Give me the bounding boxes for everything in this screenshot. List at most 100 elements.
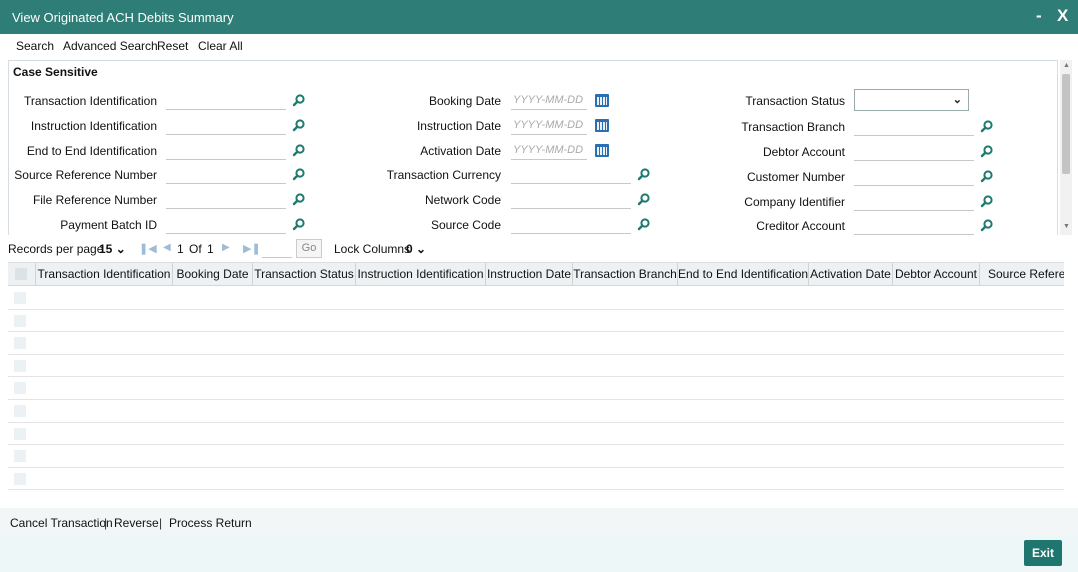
label-company-identifier: Company Identifier: [744, 195, 845, 209]
search-icon[interactable]: [637, 217, 651, 231]
transaction-currency-input[interactable]: [511, 164, 631, 184]
customer-number-input[interactable]: [854, 166, 974, 186]
search-icon[interactable]: [980, 119, 994, 133]
row-checkbox[interactable]: [14, 472, 26, 485]
cancel-transaction-link[interactable]: Cancel Transaction: [10, 516, 113, 530]
creditor-account-input[interactable]: [854, 215, 974, 235]
label-transaction-currency: Transaction Currency: [386, 168, 501, 182]
page-number-input[interactable]: [262, 238, 292, 258]
separator: |: [104, 516, 108, 530]
table-row[interactable]: [8, 468, 1064, 490]
transaction-status-select[interactable]: ⌄: [854, 89, 969, 111]
calendar-icon[interactable]: [595, 119, 609, 132]
menu-search[interactable]: Search: [16, 39, 54, 53]
label-transaction-branch: Transaction Branch: [741, 120, 845, 134]
instruction-date-input[interactable]: [511, 115, 587, 135]
search-icon[interactable]: [292, 167, 306, 181]
search-icon[interactable]: [980, 144, 994, 158]
go-button[interactable]: Go: [296, 239, 322, 258]
column-header[interactable]: Booking Date: [173, 263, 253, 286]
label-source-code: Source Code: [430, 218, 501, 232]
label-transaction-status: Transaction Status: [745, 94, 845, 108]
search-icon[interactable]: [292, 118, 306, 132]
row-checkbox[interactable]: [14, 450, 26, 463]
lock-columns-select[interactable]: 0 ⌄: [406, 242, 426, 256]
table-row[interactable]: [8, 400, 1064, 423]
transaction-branch-input[interactable]: [854, 116, 974, 136]
records-per-page-select[interactable]: 15 ⌄: [99, 242, 126, 256]
menu-clear-all[interactable]: Clear All: [198, 39, 243, 53]
file-reference-number-input[interactable]: [166, 189, 286, 209]
row-checkbox[interactable]: [14, 427, 26, 440]
select-all-checkbox[interactable]: [8, 263, 36, 286]
exit-button[interactable]: Exit: [1024, 540, 1062, 566]
source-reference-number-input[interactable]: [166, 164, 286, 184]
calendar-icon[interactable]: [595, 94, 609, 107]
results-grid: Transaction Identification Booking Date …: [8, 262, 1064, 490]
scroll-down-arrow-icon[interactable]: ▼: [1063, 223, 1070, 230]
first-page-icon[interactable]: ❚◀: [139, 242, 157, 255]
menu-reset[interactable]: Reset: [157, 39, 188, 53]
column-header[interactable]: Transaction Branch: [573, 263, 678, 286]
column-header[interactable]: Transaction Identification: [36, 263, 173, 286]
company-identifier-input[interactable]: [854, 191, 974, 211]
column-header[interactable]: Activation Date: [809, 263, 893, 286]
column-header[interactable]: Debtor Account: [893, 263, 980, 286]
source-code-input[interactable]: [511, 214, 631, 234]
column-header[interactable]: Instruction Date: [486, 263, 573, 286]
label-customer-number: Customer Number: [746, 170, 845, 184]
calendar-icon[interactable]: [595, 144, 609, 157]
reverse-link[interactable]: Reverse: [114, 516, 159, 530]
close-button[interactable]: X: [1057, 6, 1068, 26]
last-page-icon[interactable]: ▶❚: [243, 242, 261, 255]
search-icon[interactable]: [980, 194, 994, 208]
activation-date-input[interactable]: [511, 140, 587, 160]
search-icon[interactable]: [980, 169, 994, 183]
table-row[interactable]: [8, 423, 1064, 446]
row-checkbox[interactable]: [14, 337, 26, 350]
search-icon[interactable]: [637, 192, 651, 206]
column-header[interactable]: End to End Identification: [678, 263, 809, 286]
payment-batch-id-input[interactable]: [166, 214, 286, 234]
search-icon[interactable]: [292, 143, 306, 157]
row-checkbox[interactable]: [14, 359, 26, 372]
next-page-icon[interactable]: ▶: [222, 242, 230, 253]
criteria-scrollbar[interactable]: ▲ ▼: [1060, 60, 1072, 235]
search-icon[interactable]: [980, 218, 994, 232]
search-icon[interactable]: [292, 93, 306, 107]
row-checkbox[interactable]: [14, 314, 26, 327]
table-row[interactable]: [8, 310, 1064, 333]
table-row[interactable]: [8, 377, 1064, 400]
label-end-to-end-identification: End to End Identification: [26, 144, 157, 158]
pagination-bar: Records per page 15 ⌄ ❚◀ ◀ 1 Of 1 ▶ ▶❚ G…: [0, 236, 1078, 260]
network-code-input[interactable]: [511, 189, 631, 209]
table-row[interactable]: [8, 355, 1064, 378]
chevron-down-icon: ⌄: [952, 94, 962, 106]
previous-page-icon[interactable]: ◀: [163, 242, 171, 253]
table-row[interactable]: [8, 445, 1064, 468]
table-row[interactable]: [8, 287, 1064, 310]
scroll-up-arrow-icon[interactable]: ▲: [1063, 62, 1070, 69]
label-instruction-identification: Instruction Identification: [30, 119, 157, 133]
process-return-link[interactable]: Process Return: [169, 516, 252, 530]
debtor-account-input[interactable]: [854, 141, 974, 161]
search-icon[interactable]: [292, 192, 306, 206]
search-icon[interactable]: [637, 167, 651, 181]
row-checkbox[interactable]: [14, 405, 26, 417]
row-checkbox[interactable]: [14, 382, 26, 395]
search-icon[interactable]: [292, 217, 306, 231]
column-header[interactable]: Source Referenc: [980, 263, 1064, 286]
end-to-end-identification-input[interactable]: [166, 140, 286, 160]
table-row[interactable]: [8, 332, 1064, 355]
instruction-identification-input[interactable]: [166, 115, 286, 135]
label-network-code: Network Code: [424, 193, 501, 207]
transaction-identification-input[interactable]: [166, 90, 286, 110]
row-checkbox[interactable]: [14, 292, 26, 304]
scrollbar-thumb[interactable]: [1062, 74, 1070, 174]
column-header[interactable]: Transaction Status: [253, 263, 356, 286]
minimize-button[interactable]: -: [1036, 6, 1042, 26]
label-booking-date: Booking Date: [428, 94, 501, 108]
menu-advanced-search[interactable]: Advanced Search: [63, 39, 158, 53]
column-header[interactable]: Instruction Identification: [356, 263, 486, 286]
booking-date-input[interactable]: [511, 90, 587, 110]
